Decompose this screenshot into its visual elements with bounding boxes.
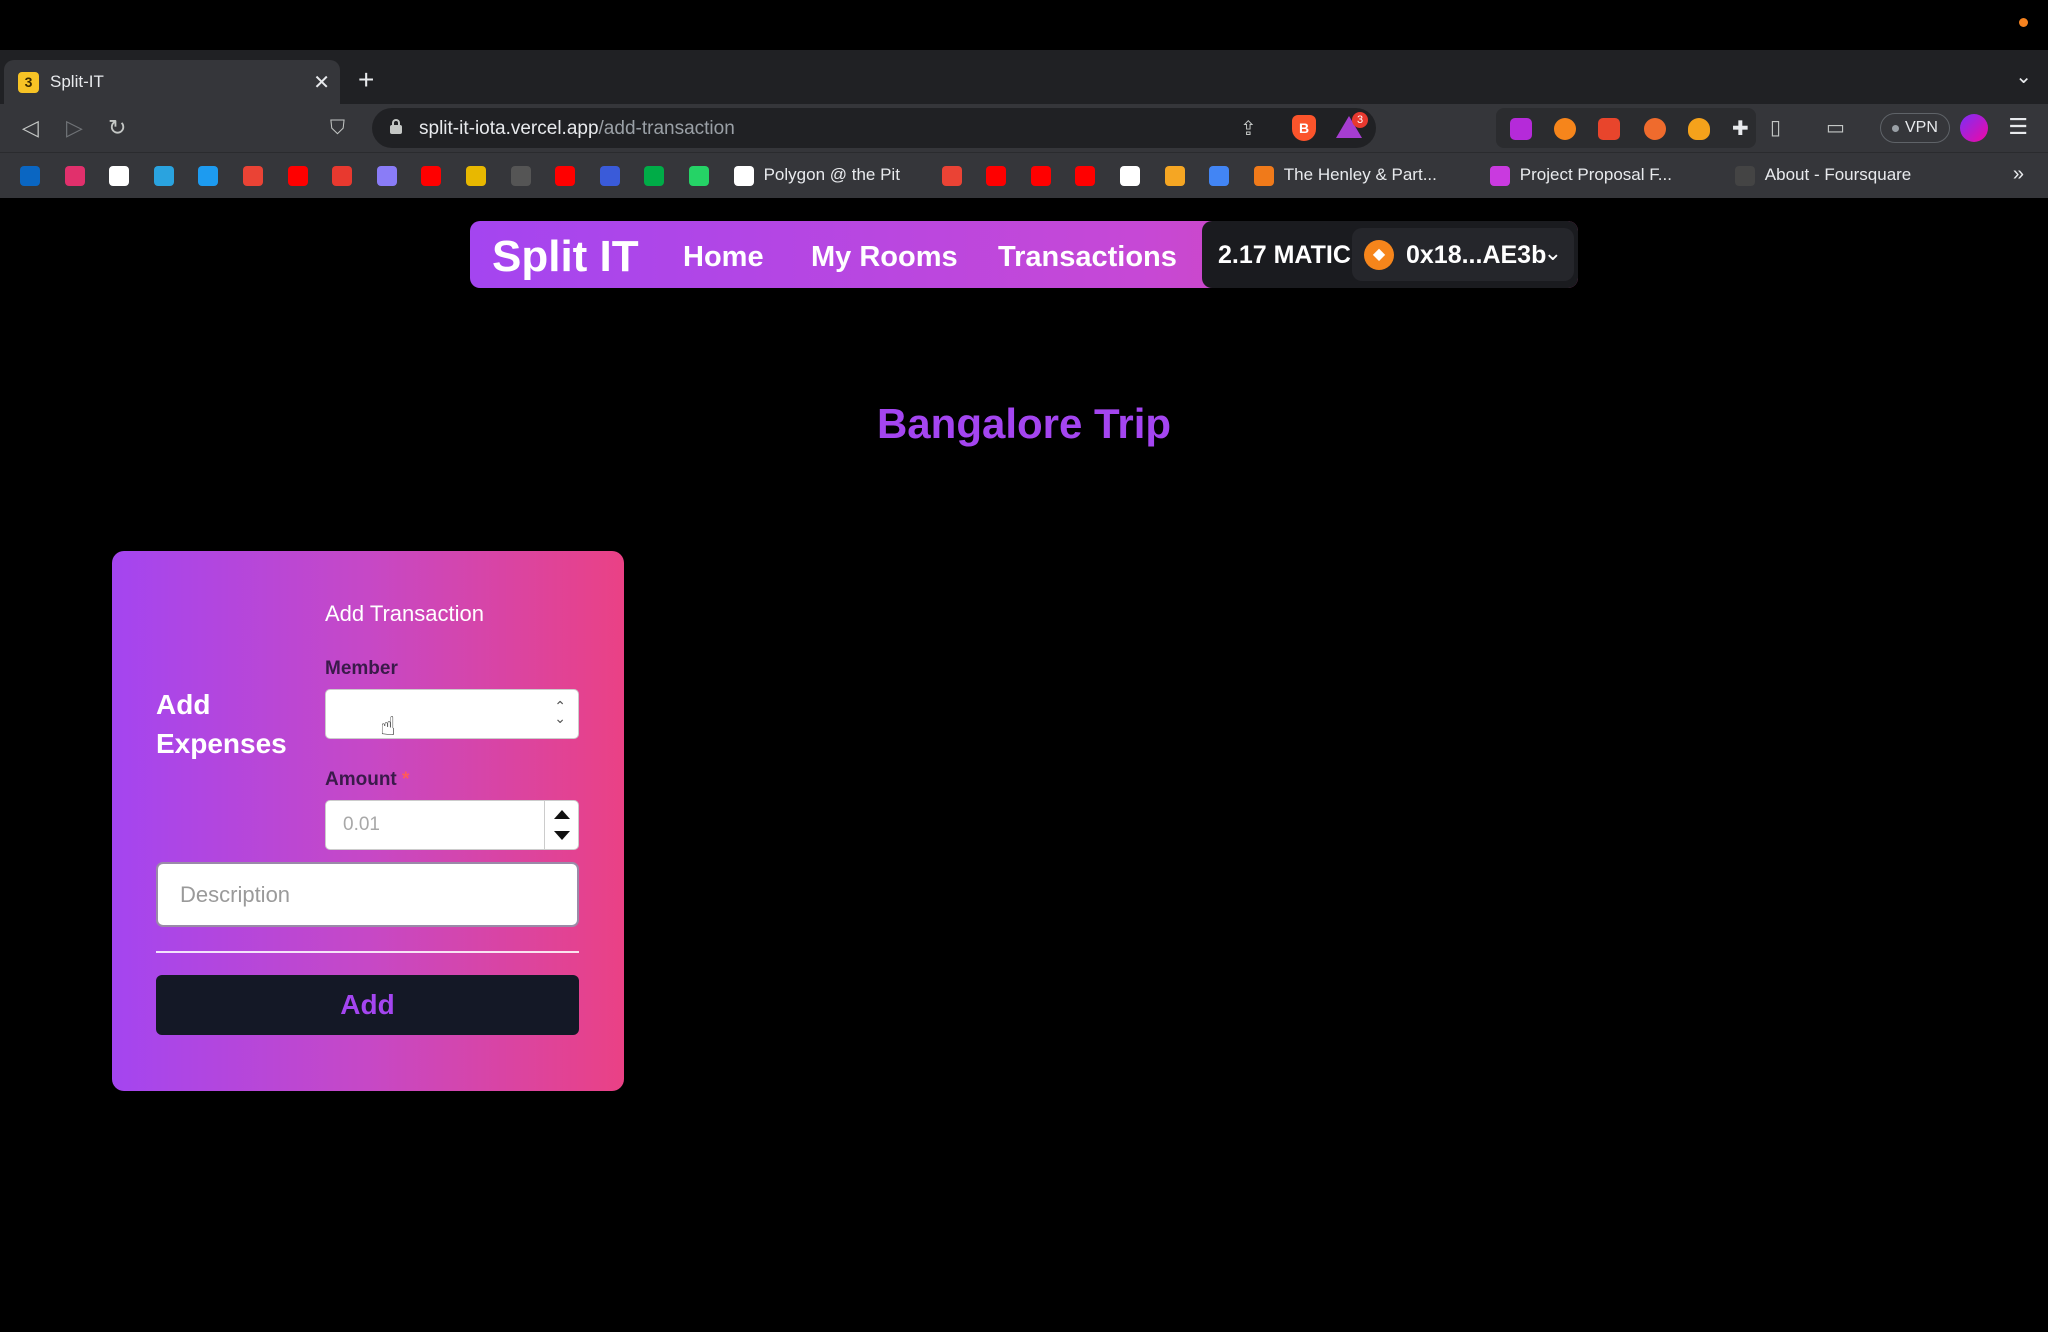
extensions-puzzle-icon[interactable]: ✚ [1732, 116, 1754, 140]
bookmark-f-bookmark-icon[interactable] [1164, 166, 1185, 186]
share-icon[interactable]: ⇪ [1240, 116, 1257, 141]
brand-logo[interactable]: Split IT [492, 232, 639, 282]
add-button[interactable]: Add [156, 975, 579, 1035]
reload-icon[interactable]: ↻ [108, 116, 126, 140]
description-input[interactable] [158, 864, 577, 925]
whatsapp-bookmark-icon[interactable] [689, 166, 709, 186]
tab-title: Split-IT [50, 72, 104, 91]
youtube-bookmark-icon[interactable] [555, 166, 576, 186]
bookmarks-overflow-icon[interactable]: » [2013, 163, 2024, 186]
metamask-extension-icon[interactable] [1554, 118, 1576, 140]
os-menu-bar [0, 0, 2048, 50]
member-label: Member [325, 658, 398, 679]
amount-field [325, 800, 579, 850]
select-arrows-icon: ⌃ ⌄ [554, 698, 566, 726]
decrement-icon[interactable] [554, 831, 570, 840]
opera-bookmark-icon[interactable] [332, 166, 353, 186]
extension-fire-icon[interactable] [1688, 118, 1710, 140]
foursquare-bookmark-icon[interactable] [1734, 166, 1755, 186]
medium-bookmark-icon[interactable] [1120, 166, 1140, 186]
room-title: Bangalore Trip [876, 400, 1172, 447]
new-tab-icon[interactable]: + [358, 66, 374, 94]
tab-search-chevron-icon[interactable]: ⌄ [2015, 64, 2032, 89]
profile-avatar[interactable] [1960, 114, 1988, 142]
card-heading: Add Expenses [156, 689, 287, 759]
app-navbar: Split IT Home My Rooms Transactions 2.17… [470, 221, 1578, 288]
instagram-bookmark-icon[interactable] [64, 166, 85, 186]
extension-flag-icon[interactable] [1510, 118, 1532, 140]
amount-input[interactable] [326, 801, 544, 849]
bookmark-label[interactable]: Project Proposal F... [1520, 165, 1672, 185]
youtube-bookmark-icon[interactable] [986, 166, 1007, 186]
increment-icon[interactable] [554, 810, 570, 819]
address-bar[interactable]: split-it-iota.vercel.app/add-transaction… [372, 108, 1376, 148]
bookmark-label[interactable]: About - Foursquare [1765, 165, 1911, 185]
tab-strip: 3 Split-IT ✕ + ⌄ [0, 50, 2048, 104]
pointer-cursor-icon: ☝ [380, 711, 396, 741]
description-field [156, 862, 579, 927]
extension-face-icon[interactable] [1644, 118, 1666, 140]
add-expense-card: Add Expenses Add Transaction Member ⌃ ⌄ ☝… [112, 551, 624, 1091]
youtube-bookmark-icon[interactable] [287, 166, 308, 186]
youtube-bookmark-icon[interactable] [1075, 166, 1096, 186]
nav-link-my-rooms[interactable]: My Rooms [811, 241, 958, 274]
amount-stepper[interactable] [544, 801, 578, 849]
tab-split-it[interactable]: 3 Split-IT ✕ [4, 60, 340, 104]
amount-label: Amount * [325, 769, 410, 790]
bookmark-e-bookmark-icon[interactable] [466, 166, 486, 186]
vpn-button[interactable]: VPN [1880, 113, 1950, 143]
bookmark-dark-bookmark-icon[interactable] [510, 166, 531, 186]
gmail-bookmark-icon[interactable] [941, 166, 962, 186]
extensions-group: ✚ [1496, 108, 1756, 148]
bookmark-label[interactable]: Polygon @ the Pit [764, 165, 900, 185]
member-select[interactable]: ⌃ ⌄ [325, 689, 579, 739]
nav-link-home[interactable]: Home [683, 241, 764, 274]
twitter-bookmark-icon[interactable] [198, 166, 219, 186]
gmail-bookmark-icon[interactable] [243, 166, 263, 186]
lock-icon[interactable] [390, 119, 402, 134]
sidebar-toggle-icon[interactable]: ▯ [1770, 116, 1781, 140]
youtube-bookmark-icon[interactable] [421, 166, 442, 186]
close-tab-icon[interactable]: ✕ [313, 70, 330, 95]
link-bookmark-icon[interactable] [376, 166, 397, 186]
bookmark-label[interactable]: The Henley & Part... [1284, 165, 1437, 185]
tab-favicon-icon: 3 [18, 72, 39, 93]
brave-shields-icon[interactable]: B [1292, 115, 1316, 141]
notion-bookmark-icon[interactable] [733, 166, 754, 186]
wallet-address: 0x18...AE3b [1406, 241, 1547, 269]
form-divider [156, 951, 579, 953]
chrome-bookmark-icon[interactable] [1209, 166, 1230, 186]
menu-icon[interactable]: ☰ [2008, 114, 2028, 140]
url-text[interactable]: split-it-iota.vercel.app/add-transaction [419, 118, 735, 140]
meet-bookmark-icon[interactable] [644, 166, 665, 186]
extension-sail-icon[interactable] [1598, 118, 1620, 140]
back-icon[interactable]: ◁ [22, 116, 39, 140]
youtube-bookmark-icon[interactable] [1030, 166, 1051, 186]
forward-icon[interactable]: ▷ [66, 116, 83, 140]
nav-link-transactions[interactable]: Transactions [998, 241, 1177, 274]
proposal-bookmark-icon[interactable] [1489, 166, 1510, 186]
browser-toolbar: ◁ ▷ ↻ ⛉ split-it-iota.vercel.app/add-tra… [0, 104, 2048, 152]
chevron-down-icon: ⌄ [1543, 240, 1562, 265]
account-button[interactable]: ◆ 0x18...AE3b ⌄ [1352, 228, 1574, 281]
wallet-balance: 2.17 MATIC [1218, 241, 1351, 269]
bookmark-page-icon[interactable]: ⛉ [330, 116, 345, 140]
metamask-fox-icon: ◆ [1364, 240, 1394, 270]
rewards-badge: 3 [1352, 112, 1368, 128]
form-title: Add Transaction [325, 601, 484, 626]
github-bookmark-icon[interactable] [109, 166, 130, 186]
henley-bookmark-icon[interactable] [1253, 166, 1274, 186]
recording-indicator-icon [2019, 18, 2028, 27]
bookmark-b-bookmark-icon[interactable] [599, 166, 620, 186]
bookmarks-bar: » Polygon @ the Pit The Henley & Part... P… [0, 152, 2048, 198]
linkedin-bookmark-icon[interactable] [20, 166, 40, 186]
wallet-icon[interactable]: ▭ [1826, 116, 1845, 140]
telegram-bookmark-icon[interactable] [153, 166, 174, 186]
required-marker: * [402, 769, 410, 790]
wallet-widget: 2.17 MATIC ◆ 0x18...AE3b ⌄ [1202, 221, 1578, 288]
